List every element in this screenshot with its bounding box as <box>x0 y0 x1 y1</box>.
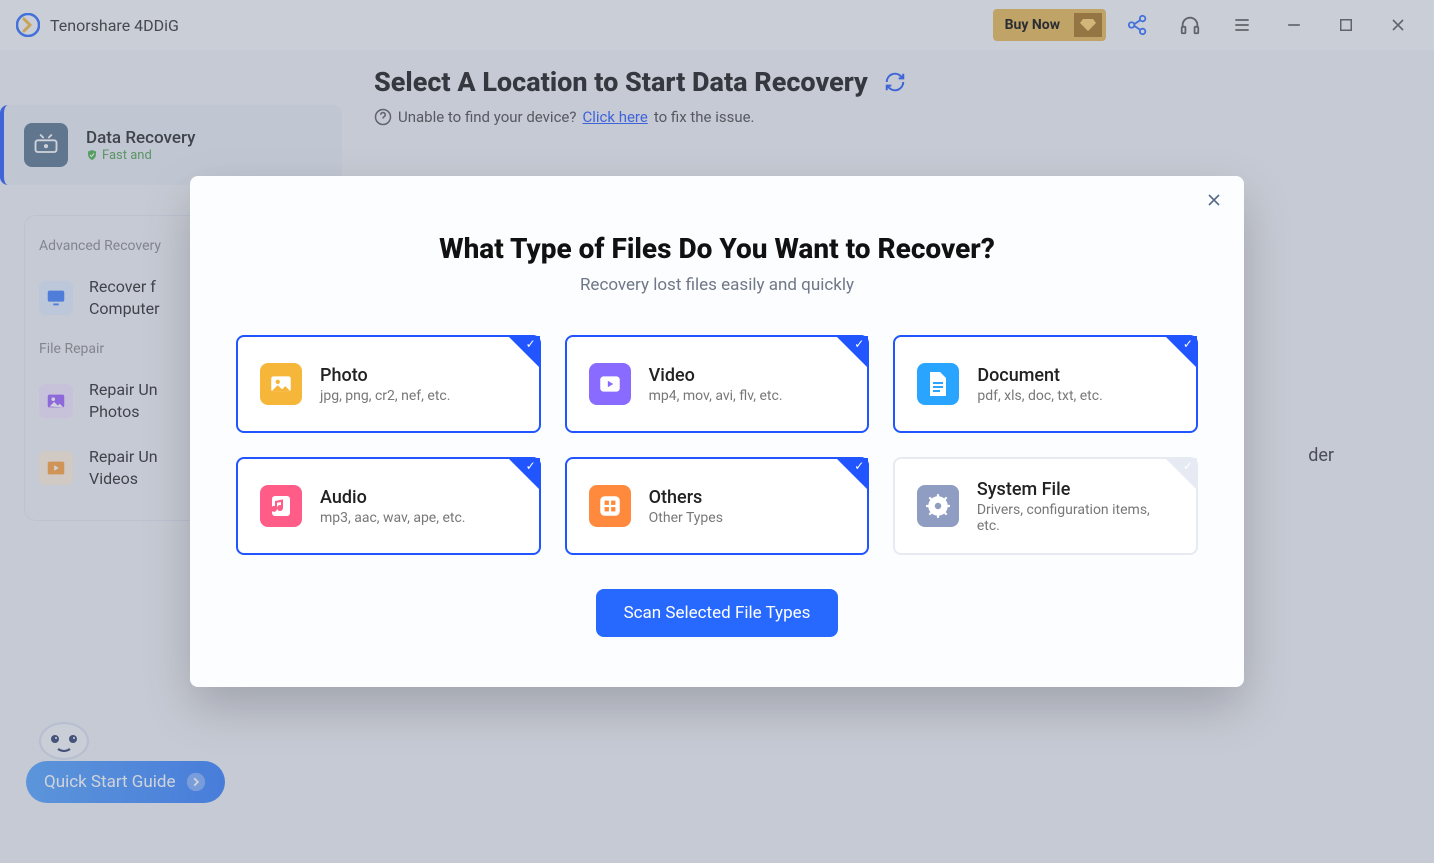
card-title: Document <box>977 365 1102 386</box>
file-type-card-photo[interactable]: ✓ Photo jpg, png, cr2, nef, etc. <box>236 335 541 433</box>
card-title: Audio <box>320 487 465 508</box>
file-type-modal: What Type of Files Do You Want to Recove… <box>190 176 1244 687</box>
system-file-icon <box>917 485 959 527</box>
others-icon <box>589 485 631 527</box>
file-type-card-others[interactable]: ✓ Others Other Types <box>565 457 870 555</box>
file-type-card-audio[interactable]: ✓ Audio mp3, aac, wav, ape, etc. <box>236 457 541 555</box>
modal-close-button[interactable] <box>1204 190 1224 210</box>
scan-button[interactable]: Scan Selected File Types <box>596 589 839 637</box>
card-title: Others <box>649 487 723 508</box>
modal-title: What Type of Files Do You Want to Recove… <box>236 232 1198 265</box>
card-desc: pdf, xls, doc, txt, etc. <box>977 388 1102 404</box>
file-type-card-grid: ✓ Photo jpg, png, cr2, nef, etc. ✓ Video mp4,… <box>236 335 1198 555</box>
card-desc: mp4, mov, avi, flv, etc. <box>649 388 783 404</box>
card-desc: jpg, png, cr2, nef, etc. <box>320 388 450 404</box>
video-icon <box>589 363 631 405</box>
card-title: Photo <box>320 365 450 386</box>
file-type-card-document[interactable]: ✓ Document pdf, xls, doc, txt, etc. <box>893 335 1198 433</box>
check-icon: ✓ <box>526 337 536 351</box>
card-desc: Other Types <box>649 510 723 526</box>
card-title: System File <box>977 479 1174 500</box>
modal-subtitle: Recovery lost files easily and quickly <box>236 275 1198 295</box>
audio-icon <box>260 485 302 527</box>
card-title: Video <box>649 365 783 386</box>
card-desc: mp3, aac, wav, ape, etc. <box>320 510 465 526</box>
check-icon: ✓ <box>1183 337 1193 351</box>
file-type-card-system-file[interactable]: ✓ System FileDrivers, configuration items… <box>893 457 1198 555</box>
modal-overlay: What Type of Files Do You Want to Recove… <box>0 0 1434 863</box>
photo-icon <box>260 363 302 405</box>
check-icon: ✓ <box>526 459 536 473</box>
check-icon: ✓ <box>1183 459 1193 473</box>
check-icon: ✓ <box>854 459 864 473</box>
file-type-card-video[interactable]: ✓ Video mp4, mov, avi, flv, etc. <box>565 335 870 433</box>
check-icon: ✓ <box>854 337 864 351</box>
document-icon <box>917 363 959 405</box>
card-desc: Drivers, configuration items, etc. <box>977 502 1174 534</box>
